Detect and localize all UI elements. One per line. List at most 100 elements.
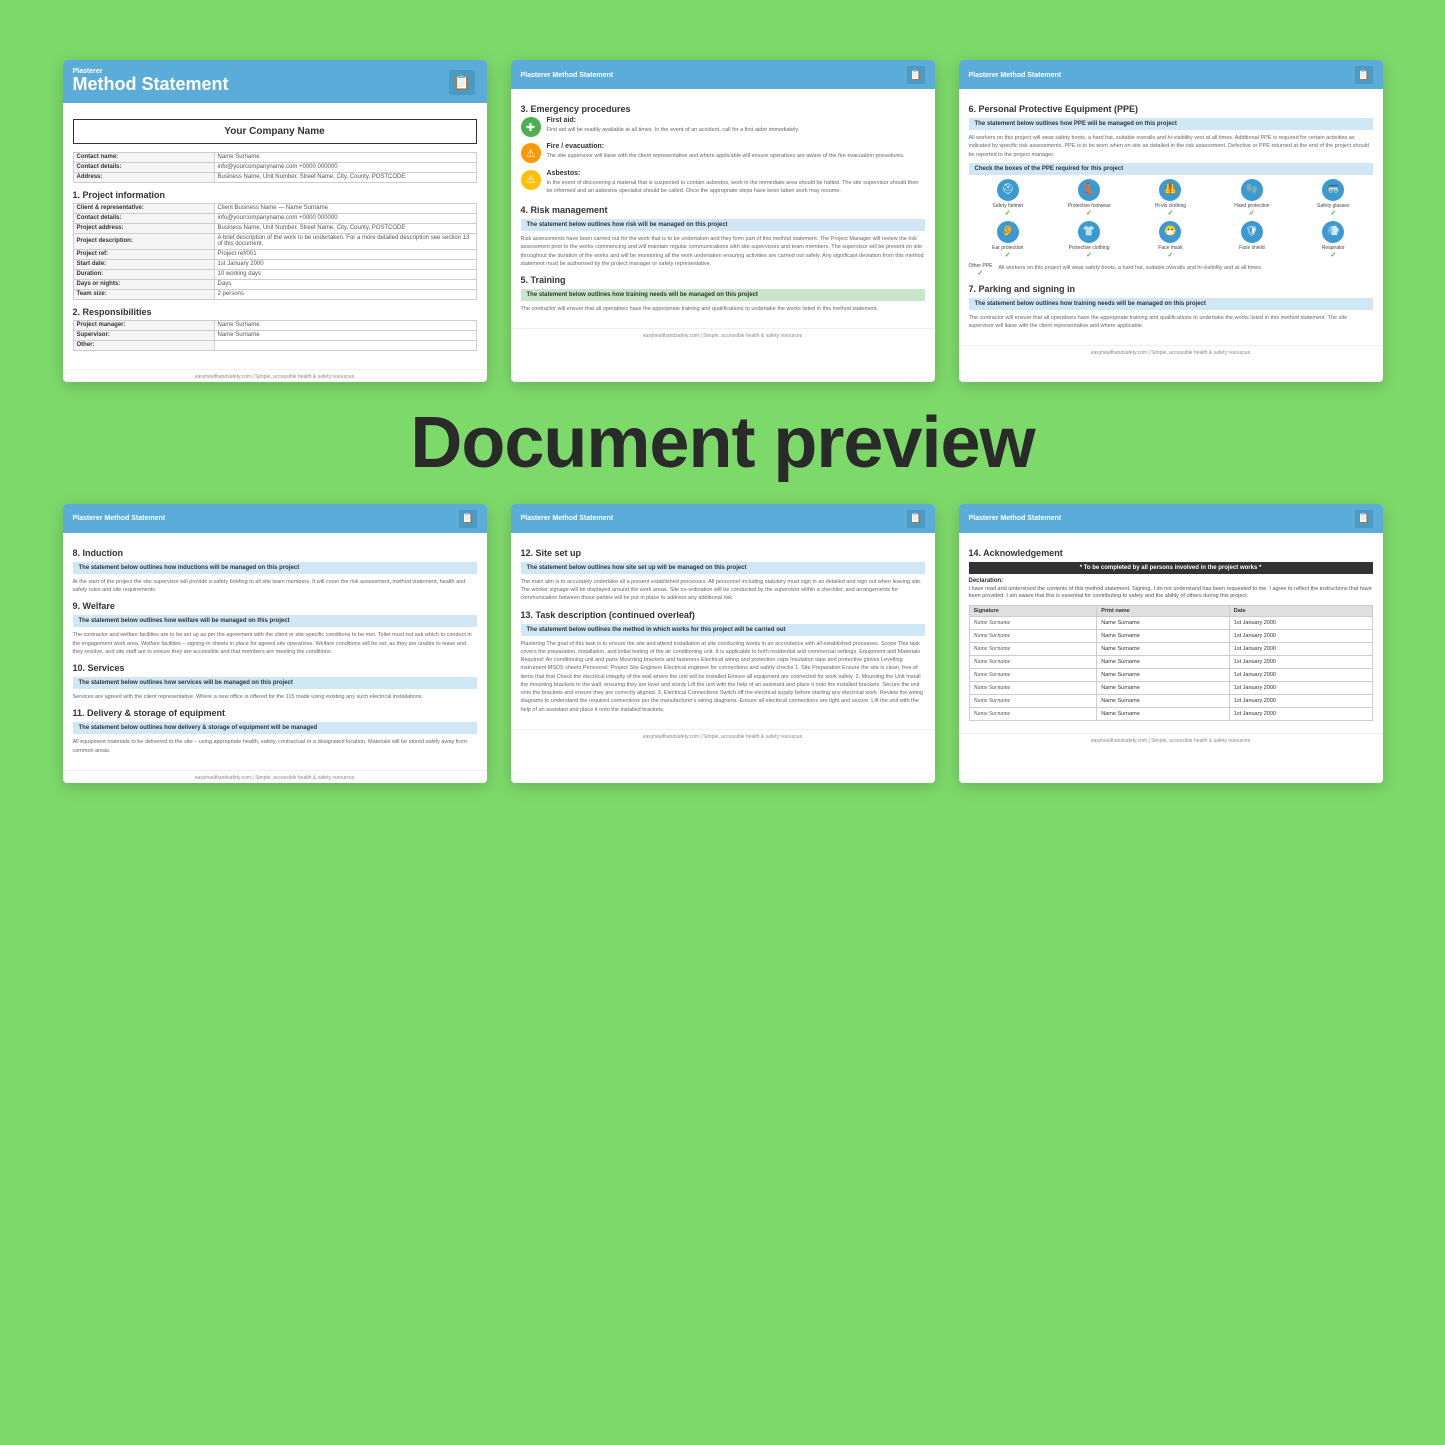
ppe-check: ✓ — [1330, 251, 1336, 259]
section9-text: The contractor and welfare facilities ar… — [73, 631, 477, 656]
doc-icon: 📋 — [907, 510, 925, 528]
page-4: Plasterer Method Statement 📋 8. Inductio… — [63, 504, 487, 783]
asbestos-content: Asbestos: In the event of discovering a … — [547, 170, 925, 199]
section5-heading: 5. Training — [521, 275, 925, 285]
value — [214, 340, 476, 350]
value: Client Business Name — Name Surname — [214, 203, 476, 213]
page-1: Plasterer Method Statement 📋 Your Compan… — [63, 60, 487, 382]
section13-text: Plastering The goal of this task is to e… — [521, 640, 925, 714]
value: Days — [214, 279, 476, 289]
doc-icon: 📋 — [459, 510, 477, 528]
page1-footer: easyhealthandsafety.com | Simple, access… — [63, 369, 487, 382]
label: Duration: — [73, 269, 214, 279]
table-row: Name Surname Name Surname 1st January 20… — [969, 643, 1372, 656]
doc-icon: 📋 — [449, 70, 474, 95]
label: Days or nights: — [73, 279, 214, 289]
ppe-check: ✓ — [978, 269, 984, 277]
signature: Name Surname — [974, 633, 1011, 639]
label: Contact name: — [73, 152, 214, 162]
section8-heading: 8. Induction — [73, 548, 477, 558]
label: Supervisor: — [73, 330, 214, 340]
section3-heading: 3. Emergency procedures — [521, 104, 925, 114]
value: Project ref/001 — [214, 249, 476, 259]
doc-icon: 📋 — [907, 66, 925, 84]
ppe-ear-protection: 👂 Ear protection ✓ — [969, 221, 1047, 259]
table-row: Supervisor:Name Surname — [73, 330, 476, 340]
doc-icon: 📋 — [1355, 510, 1373, 528]
page1-body: Your Company Name Contact name:Name Surn… — [63, 103, 487, 365]
page5-title: Plasterer Method Statement — [521, 515, 614, 522]
ppe-row1: ⛑ Safety helmet ✓ 👢 Protective footwear … — [969, 179, 1373, 217]
sig-cell: Name Surname — [969, 643, 1097, 656]
signature: Name Surname — [974, 659, 1011, 665]
page-6: Plasterer Method Statement 📋 14. Acknowl… — [959, 504, 1383, 783]
page-2: Plasterer Method Statement 📋 3. Emergenc… — [511, 60, 935, 382]
ppe-check: ✓ — [1005, 209, 1011, 217]
page3-title: Plasterer Method Statement — [969, 72, 1062, 79]
name-col-header: Print name — [1097, 606, 1229, 617]
table-row: Other: — [73, 340, 476, 350]
doc-icon: 📋 — [1355, 66, 1373, 84]
value: Business Name, Unit Number, Street Name,… — [214, 223, 476, 233]
page-3: Plasterer Method Statement 📋 6. Personal… — [959, 60, 1383, 382]
section10-heading: 10. Services — [73, 663, 477, 673]
ppe-safety-helmet: ⛑ Safety helmet ✓ — [969, 179, 1047, 217]
table-row: Name Surname Name Surname 1st January 20… — [969, 682, 1372, 695]
signature: Name Surname — [974, 711, 1011, 717]
section7-text: The contractor will ensure that all oper… — [969, 314, 1373, 331]
section6-banner2: Check the boxes of the PPE required for … — [969, 163, 1373, 175]
sig-cell: Name Surname — [969, 617, 1097, 630]
first-aid-row: ✚ First aid: First aid will be readily a… — [521, 117, 925, 137]
sig-cell: Name Surname — [969, 669, 1097, 682]
responsibilities-table: Project manager:Name Surname Supervisor:… — [73, 320, 477, 351]
table-row: Name Surname Name Surname 1st January 20… — [969, 630, 1372, 643]
table-row: Name Surname Name Surname 1st January 20… — [969, 708, 1372, 721]
section12-heading: 12. Site set up — [521, 548, 925, 558]
ppe-safety-glasses: 🥽 Safety glasses ✓ — [1294, 179, 1372, 217]
section5-banner: The statement below outlines how trainin… — [521, 289, 925, 301]
signature: Name Surname — [974, 698, 1011, 704]
ppe-check: ✓ — [1086, 251, 1092, 259]
ppe-face-shield: 🛡 Face shield ✓ — [1213, 221, 1291, 259]
table-row: Name Surname Name Surname 1st January 20… — [969, 669, 1372, 682]
ppe-check: ✓ — [1330, 209, 1336, 217]
page1-title-main: Method Statement — [73, 75, 477, 95]
sig-cell: Name Surname — [969, 682, 1097, 695]
first-aid-label: First aid: — [547, 117, 800, 124]
sig-cell: Name Surname — [969, 656, 1097, 669]
table-row: Duration:10 working days — [73, 269, 476, 279]
signature: Name Surname — [974, 620, 1011, 626]
date-col-header: Date — [1229, 606, 1372, 617]
table-row: Name Surname Name Surname 1st January 20… — [969, 617, 1372, 630]
bottom-row-pages: Plasterer Method Statement 📋 8. Inductio… — [63, 504, 1383, 783]
dark-banner: * To be completed by all persons involve… — [969, 562, 1373, 574]
ppe-check: ✓ — [1168, 209, 1174, 217]
other-ppe-text: All workers on this project will wear sa… — [998, 264, 1372, 272]
fire-text: The site supervisor will liaise with the… — [547, 152, 905, 160]
label: Project description: — [73, 233, 214, 249]
label: Start date: — [73, 259, 214, 269]
date-cell: 1st January 2000 — [1229, 643, 1372, 656]
ppe-check: ✓ — [1005, 251, 1011, 259]
page3-body: 6. Personal Protective Equipment (PPE) T… — [959, 89, 1383, 341]
value: info@yourcompanyname.com +0000 000000 — [214, 213, 476, 223]
hivis-icon: 🦺 — [1159, 179, 1181, 201]
label: Project manager: — [73, 320, 214, 330]
page6-footer: easyhealthandsafety.com | Simple, access… — [959, 733, 1383, 746]
name-cell: Name Surname — [1097, 669, 1229, 682]
value: A brief description of the work to be un… — [214, 233, 476, 249]
section6-heading: 6. Personal Protective Equipment (PPE) — [969, 104, 1373, 114]
fire-icon: ⚠ — [521, 143, 541, 163]
mask-icon: 😷 — [1159, 221, 1181, 243]
declaration-block: Declaration: I have read and understood … — [969, 578, 1373, 601]
signature: Name Surname — [974, 646, 1011, 652]
first-aid-content: First aid: First aid will be readily ava… — [547, 117, 800, 137]
date-cell: 1st January 2000 — [1229, 708, 1372, 721]
ear-icon: 👂 — [997, 221, 1019, 243]
sig-cell: Name Surname — [969, 695, 1097, 708]
asbestos-text: In the event of discovering a material t… — [547, 179, 925, 196]
signature: Name Surname — [974, 672, 1011, 678]
respirator-icon: 💨 — [1322, 221, 1344, 243]
page5-header: Plasterer Method Statement 📋 — [511, 504, 935, 533]
fire-row: ⚠ Fire / evacuation: The site supervisor… — [521, 143, 925, 163]
